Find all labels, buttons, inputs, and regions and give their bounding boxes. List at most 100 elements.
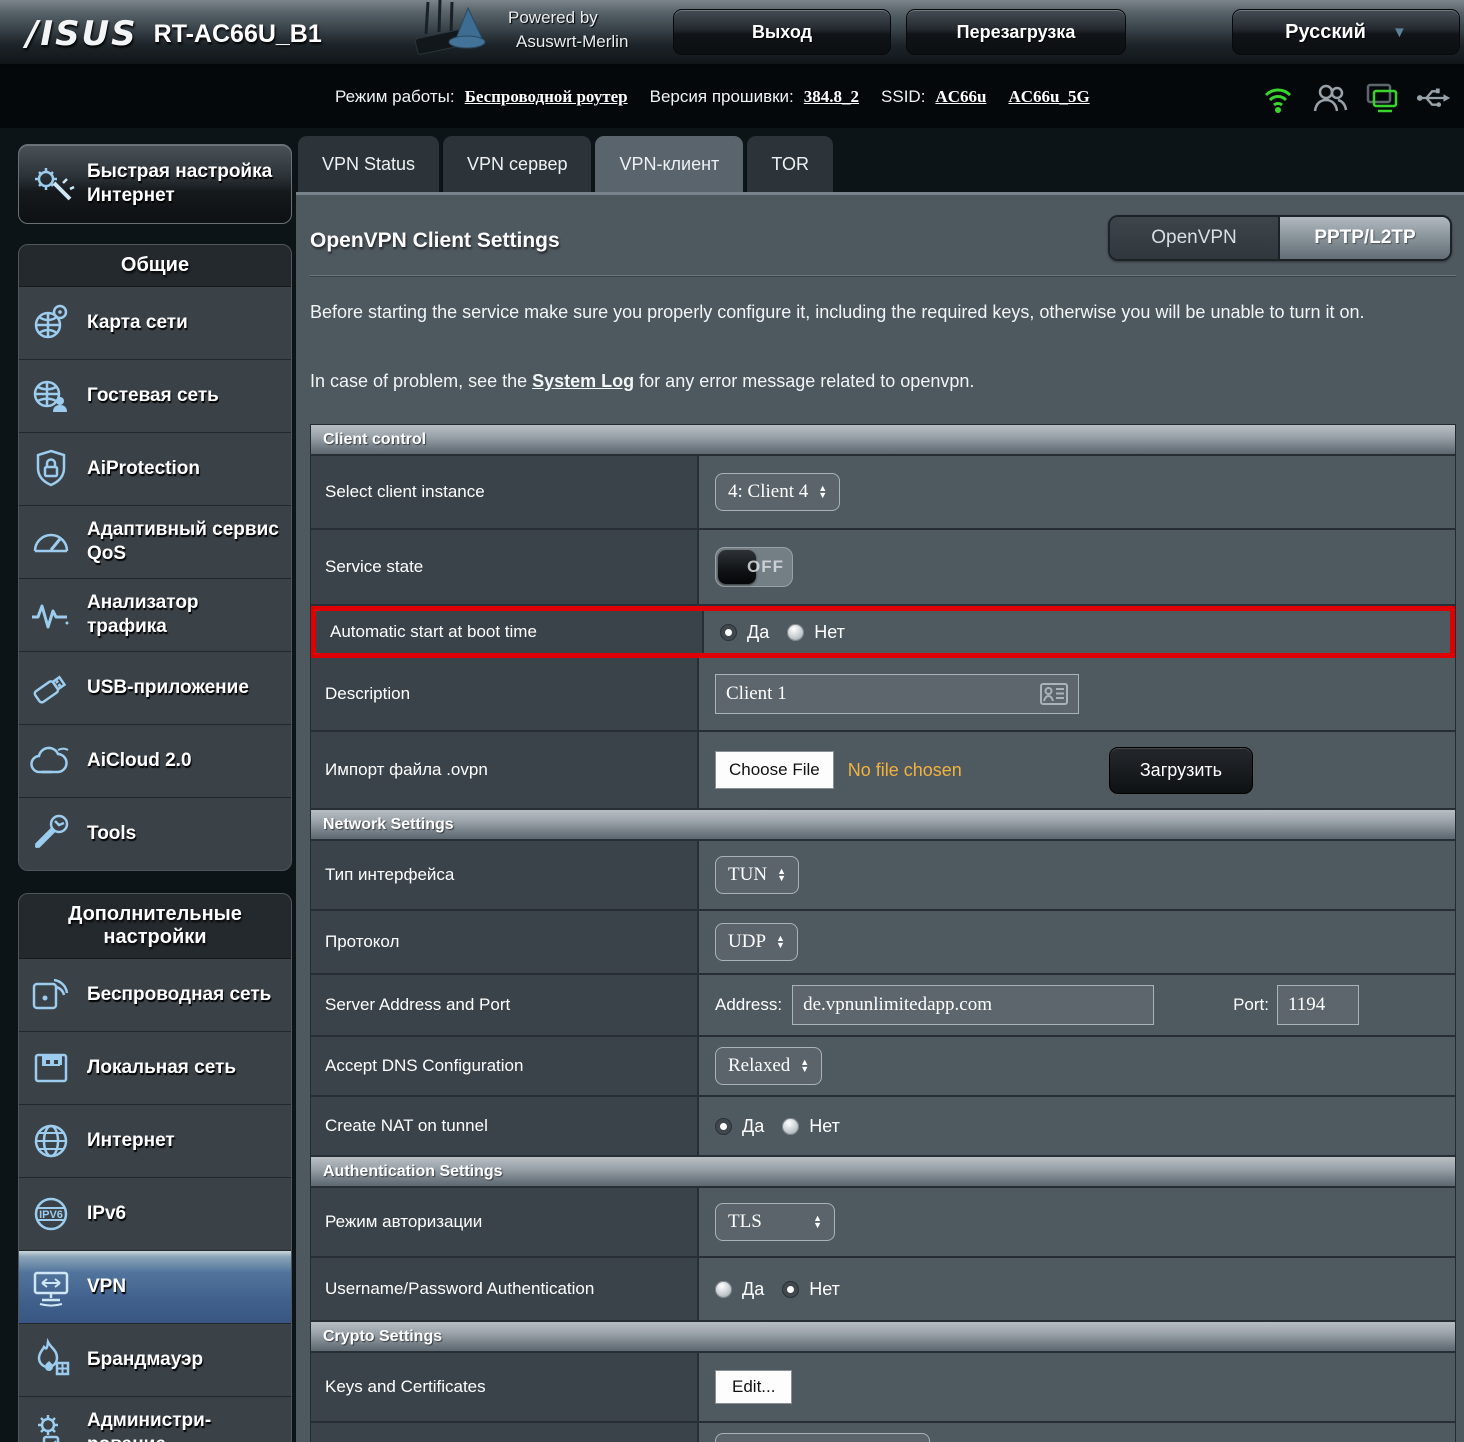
sidebar-item-administration[interactable]: Администри- рование [19,1397,291,1442]
row-interface-type: Тип интерфейса TUN ▲▼ [311,841,1455,911]
sidebar-item-usb-application[interactable]: USB-приложение [19,652,291,725]
row-protocol: Протокол UDP ▲▼ [311,911,1455,975]
userpass-no-radio[interactable] [782,1281,799,1298]
autostart-radio-group: Да Нет [720,622,853,643]
row-cipher-negotiation: Cipher Negotiation Enable (with fallback… [311,1423,1455,1442]
intro2-before: In case of problem, see the [310,371,532,391]
userpass-radio-group: Да Нет [715,1279,848,1300]
client-instance-select[interactable]: 4: Client 4 ▲▼ [715,473,840,511]
operation-mode-label: Режим работы: [335,87,455,107]
sidebar-item-wireless[interactable]: Беспроводная сеть [19,959,291,1032]
interface-type-value: TUN [728,864,767,886]
choose-file-button[interactable]: Choose File [715,751,834,789]
traffic-analyzer-icon [27,591,75,639]
sidebar-item-guest-network[interactable]: Гостевая сеть [19,360,291,433]
row-userpass-auth: Username/Password Authentication Да Нет [311,1258,1455,1322]
row-accept-dns: Accept DNS Configuration Relaxed ▲▼ [311,1037,1455,1097]
wifi-status-icon[interactable] [1260,80,1296,116]
openvpn-mode-button[interactable]: OpenVPN [1110,217,1280,259]
description-value: Client 1 [726,683,1032,705]
language-dropdown[interactable]: Русский ▼ [1232,9,1460,55]
row-keys-certificates: Keys and Certificates Edit... [311,1353,1455,1423]
usb-status-icon[interactable] [1416,80,1452,116]
divider [310,275,1456,276]
accept-dns-select[interactable]: Relaxed ▲▼ [715,1047,822,1085]
tab-vpn-client[interactable]: VPN-клиент [595,136,743,192]
sidebar-item-lan[interactable]: Локальная сеть [19,1032,291,1105]
aicloud-icon [27,737,75,785]
edit-keys-button[interactable]: Edit... [715,1370,792,1404]
sidebar-item-aicloud[interactable]: AiCloud 2.0 [19,725,291,798]
ssid-24g-link[interactable]: AC66u [935,87,986,107]
devices-status-icon[interactable] [1364,80,1400,116]
row-label: Server Address and Port [311,975,699,1035]
operation-mode-link[interactable]: Беспроводной роутер [465,87,628,107]
select-arrows-icon: ▲▼ [800,1059,809,1073]
interface-type-select[interactable]: TUN ▲▼ [715,856,799,894]
sidebar-item-label: Быстрая настройка Интернет [87,160,272,208]
sidebar-item-label: IPv6 [87,1202,126,1226]
pptp-l2tp-mode-button[interactable]: PPTP/L2TP [1280,217,1450,259]
select-arrows-icon: ▲▼ [777,868,786,882]
intro-text-2: In case of problem, see the System Log f… [310,365,1456,398]
chevron-down-icon: ▼ [1392,24,1407,41]
sidebar-item-aiprotection[interactable]: AiProtection [19,433,291,506]
firmware-version-link[interactable]: 384.8_2 [804,87,859,107]
userpass-yes-radio[interactable] [715,1281,732,1298]
sidebar-item-tools[interactable]: Tools [19,798,291,870]
system-log-link[interactable]: System Log [532,371,634,391]
server-port-input[interactable]: 1194 [1277,985,1359,1025]
top-banner: /ISUS RT-AC66U_B1 Powered by Asuswrt-Mer… [0,0,1464,66]
client-instance-value: 4: Client 4 [728,481,808,503]
autostart-no-radio[interactable] [787,624,804,641]
row-create-nat: Create NAT on tunnel Да Нет [311,1097,1455,1157]
powered-by-line1: Powered by [508,6,628,30]
sidebar-item-label: Tools [87,822,136,846]
administration-icon [27,1409,75,1442]
tab-tor[interactable]: TOR [747,136,833,192]
row-label: Импорт файла .ovpn [311,732,699,808]
address-label: Address: [715,995,782,1015]
sidebar-item-vpn[interactable]: VPN [19,1251,291,1324]
sidebar-item-label: Администри- рование [87,1409,211,1442]
row-select-client-instance: Select client instance 4: Client 4 ▲▼ [311,456,1455,530]
description-input[interactable]: Client 1 [715,674,1079,714]
sidebar-item-ipv6[interactable]: IPV6 IPv6 [19,1178,291,1251]
tab-vpn-status[interactable]: VPN Status [298,136,439,192]
upload-button[interactable]: Загрузить [1109,747,1253,794]
aiprotection-icon [27,445,75,493]
cipher-negotiation-select[interactable]: Enable (with fallback) ▲▼ [715,1433,930,1442]
nat-radio-group: Да Нет [715,1116,848,1137]
row-label: Тип интерфейса [311,841,699,909]
sidebar-item-traffic-analyzer[interactable]: Анализатор трафика [19,579,291,652]
server-address-input[interactable]: de.vpnunlimitedapp.com [792,985,1154,1025]
sidebar-item-quick-setup[interactable]: Быстрая настройка Интернет [18,144,292,224]
sidebar-item-network-map[interactable]: Карта сети [19,287,291,360]
nat-no-radio[interactable] [782,1118,799,1135]
sidebar-item-wan[interactable]: Интернет [19,1105,291,1178]
radio-yes-label: Да [742,1116,764,1137]
tools-icon [27,810,75,858]
sidebar-item-firewall[interactable]: Брандмауэр [19,1324,291,1397]
router-illustration [398,0,498,64]
sidebar-item-label: Карта сети [87,311,188,335]
tab-vpn-server[interactable]: VPN сервер [443,136,591,192]
service-state-toggle[interactable]: OFF [715,547,793,587]
firmware-name: Asuswrt-Merlin [508,30,628,54]
server-address-value: de.vpnunlimitedapp.com [803,994,1143,1016]
ssid-5g-link[interactable]: AC66u_5G [1008,87,1089,107]
sidebar-item-qos[interactable]: Адаптивный сервис QoS [19,506,291,579]
sidebar-group-general: Общие Карта сети Гостевая сет [18,244,292,871]
ssid-label: SSID: [881,87,925,107]
autostart-yes-radio[interactable] [720,624,737,641]
logout-button[interactable]: Выход [673,9,891,55]
auth-mode-select[interactable]: TLS ▲▼ [715,1203,835,1241]
network-map-icon [27,299,75,347]
nat-yes-radio[interactable] [715,1118,732,1135]
reboot-button[interactable]: Перезагрузка [906,9,1126,55]
powered-by: Powered by Asuswrt-Merlin [508,6,628,54]
clients-status-icon[interactable] [1312,80,1348,116]
sidebar-item-label: Локальная сеть [87,1056,236,1080]
select-arrows-icon: ▲▼ [818,485,827,499]
protocol-select[interactable]: UDP ▲▼ [715,923,798,961]
